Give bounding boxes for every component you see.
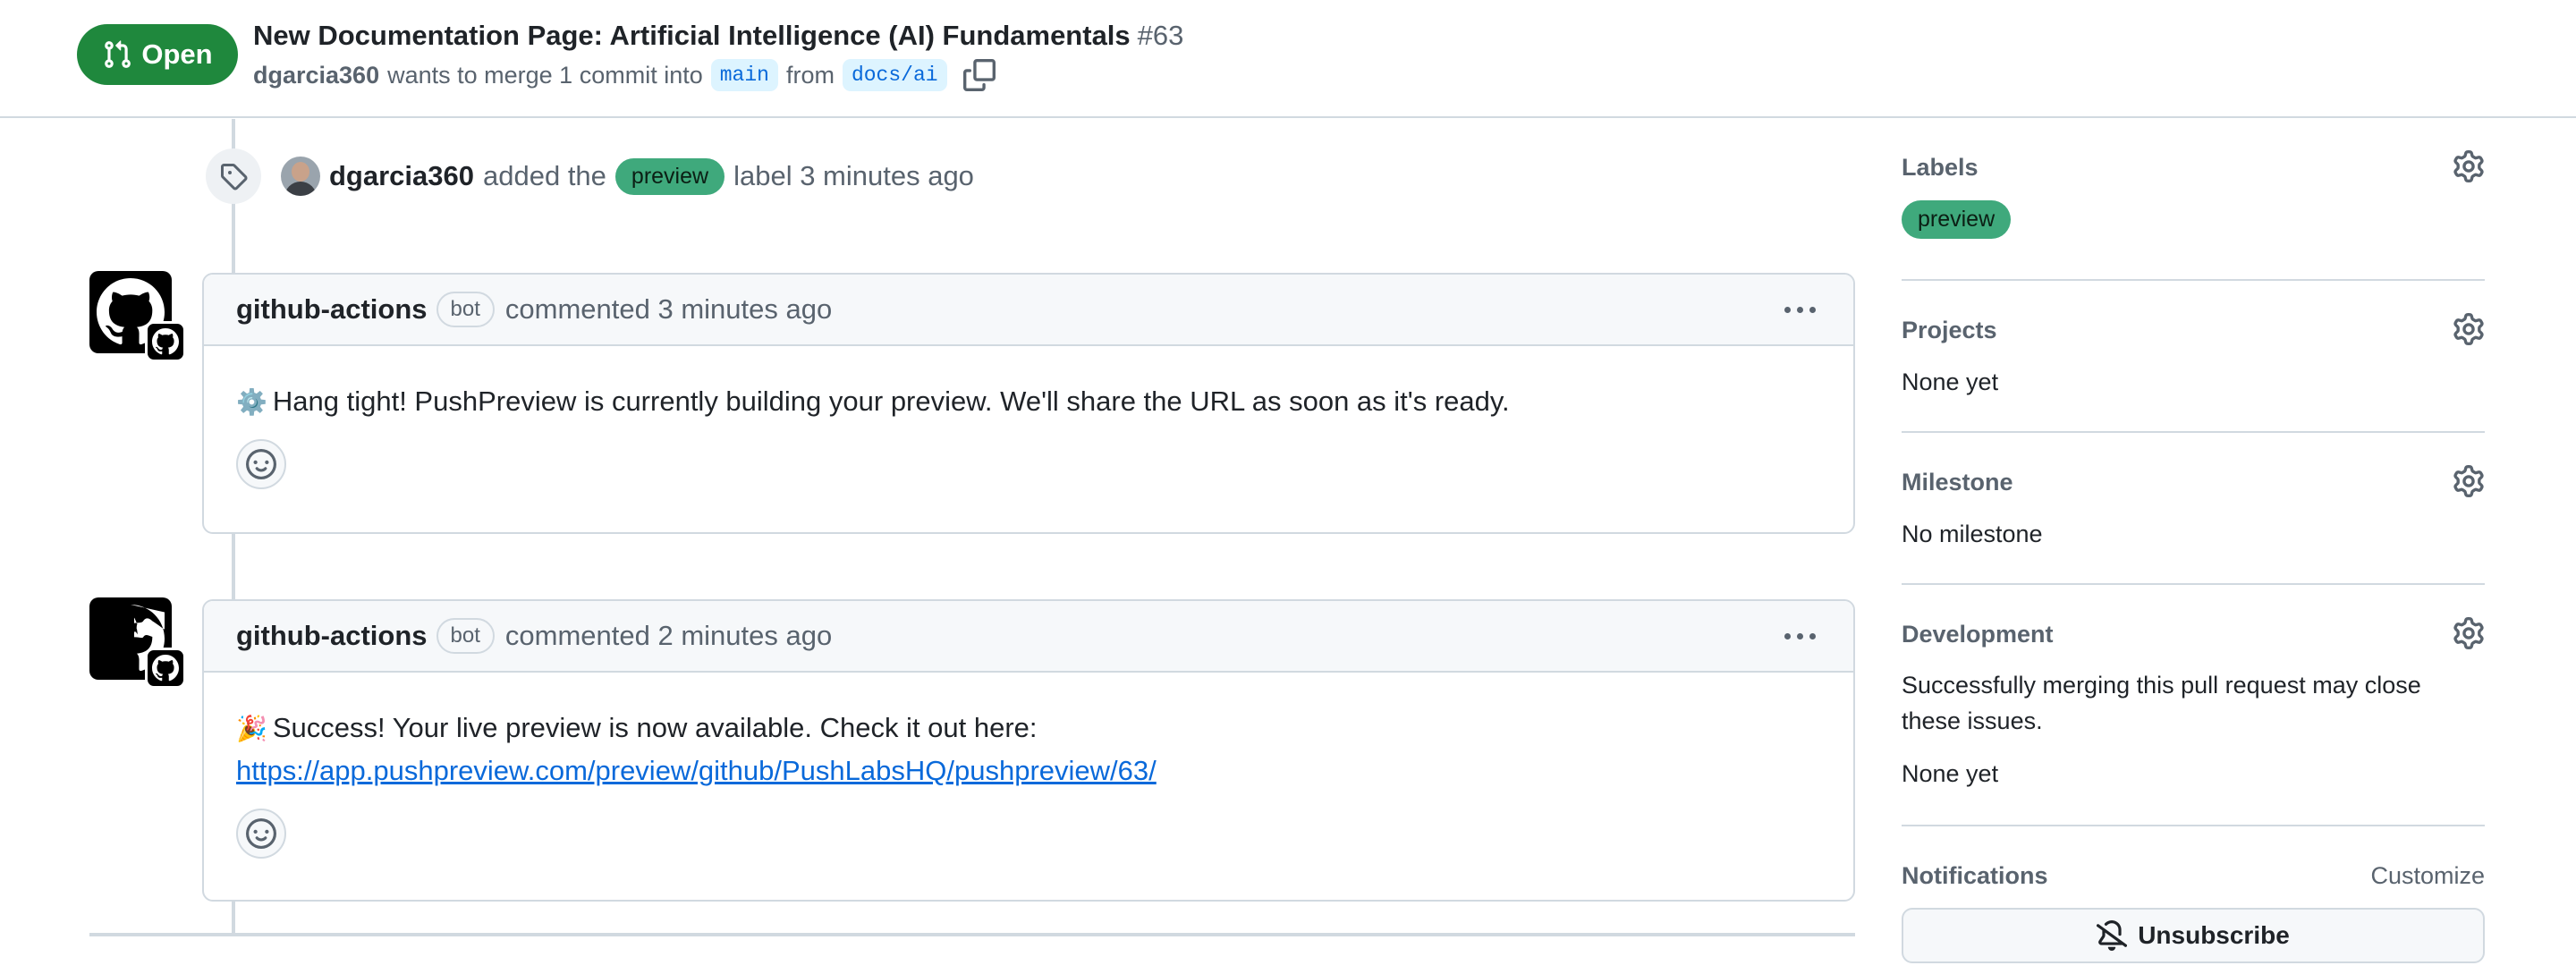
sidebar-labels: Labels preview	[1902, 118, 2485, 281]
comment-header: github-actions bot commented 2 minutes a…	[204, 601, 1853, 673]
from-text: from	[785, 61, 835, 89]
projects-value: None yet	[1902, 368, 1999, 395]
party-emoji: 🎉	[236, 714, 267, 743]
labels-heading[interactable]: Labels	[1902, 154, 1979, 182]
comment-1: github-actions bot commented 3 minutes a…	[202, 273, 1855, 534]
comment-header: github-actions bot commented 3 minutes a…	[204, 275, 1853, 346]
sidebar-label-preview[interactable]: preview	[1902, 200, 2012, 239]
sidebar-development: Development Successfully merging this pu…	[1902, 585, 2485, 826]
kebab-icon[interactable]	[1778, 292, 1821, 327]
comment-2: github-actions bot commented 2 minutes a…	[202, 599, 1855, 902]
comment-timestamp[interactable]: commented 3 minutes ago	[505, 293, 832, 326]
comment-author-link[interactable]: github-actions	[236, 620, 428, 652]
gear-emoji: ⚙️	[236, 387, 267, 417]
notifications-heading: Notifications	[1902, 862, 2048, 889]
kebab-icon[interactable]	[1778, 618, 1821, 654]
gear-icon[interactable]	[2453, 617, 2485, 649]
timeline-divider	[89, 933, 1855, 936]
pr-state-badge: Open	[77, 24, 238, 85]
app-badge	[145, 648, 186, 689]
tag-icon	[206, 148, 261, 204]
comment-author-link[interactable]: github-actions	[236, 293, 428, 326]
git-pull-request-icon	[105, 40, 131, 68]
comment-text-line: 🎉 Success! Your live preview is now avail…	[236, 707, 1821, 750]
pr-title-text: New Documentation Page: Artificial Intel…	[253, 20, 1131, 51]
pr-state-label: Open	[141, 38, 213, 70]
unsubscribe-button[interactable]: Unsubscribe	[1902, 908, 2485, 963]
avatar[interactable]	[281, 157, 320, 196]
development-description: Successfully merging this pull request m…	[1902, 672, 2421, 734]
pr-number: #63	[1137, 20, 1184, 51]
bot-badge: bot	[436, 292, 495, 327]
comment-body: ⚙️ Hang tight! PushPreview is currently b…	[204, 346, 1853, 439]
merge-text: wants to merge 1 commit into	[387, 61, 703, 89]
development-value: None yet	[1902, 760, 1999, 787]
customize-link[interactable]: Customize	[2370, 862, 2485, 890]
unsubscribe-label: Unsubscribe	[2138, 921, 2290, 949]
sidebar-notifications: Notifications Customize Unsubscribe	[1902, 826, 2485, 970]
bot-badge: bot	[436, 618, 495, 654]
preview-link[interactable]: https://app.pushpreview.com/preview/gith…	[236, 755, 1157, 786]
github-mark-icon	[152, 328, 179, 355]
comment-text: Success! Your live preview is now availa…	[272, 712, 1038, 743]
base-branch[interactable]: main	[710, 59, 778, 91]
comment-text: Hang tight! PushPreview is currently bui…	[272, 385, 1510, 417]
pr-title: New Documentation Page: Artificial Intel…	[253, 20, 1183, 52]
comment-body: 🎉 Success! Your live preview is now avail…	[204, 673, 1853, 809]
head-branch[interactable]: docs/ai	[842, 59, 947, 91]
event-suffix-text: label 3 minutes ago	[733, 160, 974, 191]
milestone-value: No milestone	[1902, 521, 2043, 547]
event-actor-link[interactable]: dgarcia360	[329, 160, 474, 192]
gear-icon[interactable]	[2453, 150, 2485, 182]
bot-avatar[interactable]	[89, 271, 186, 362]
pr-header: Open New Documentation Page: Artificial …	[0, 0, 2576, 118]
pr-meta: dgarcia360 wants to merge 1 commit into …	[253, 59, 996, 91]
sidebar-projects: Projects None yet	[1902, 281, 2485, 433]
smiley-icon[interactable]	[236, 439, 286, 489]
gear-icon[interactable]	[2453, 465, 2485, 497]
development-heading[interactable]: Development	[1902, 621, 2054, 648]
pr-author-link[interactable]: dgarcia360	[253, 62, 379, 89]
label-list: preview	[1902, 200, 2012, 239]
copy-icon[interactable]	[962, 59, 996, 91]
sidebar-milestone: Milestone No milestone	[1902, 433, 2485, 585]
smiley-icon[interactable]	[236, 809, 286, 859]
github-mark-icon	[152, 655, 179, 682]
projects-heading[interactable]: Projects	[1902, 317, 1997, 344]
gear-icon[interactable]	[2453, 313, 2485, 345]
bot-avatar[interactable]	[89, 597, 186, 689]
preview-label[interactable]: preview	[614, 157, 725, 195]
label-added-event: dgarcia360 added the preview label 3 min…	[206, 148, 974, 204]
bell-slash-icon	[2097, 920, 2128, 951]
app-badge	[145, 321, 186, 362]
sidebar: Labels preview Projects None yet Milesto…	[1902, 118, 2485, 970]
comment-timestamp[interactable]: commented 2 minutes ago	[505, 620, 832, 652]
milestone-heading[interactable]: Milestone	[1902, 469, 2013, 496]
event-action-text: added the	[483, 160, 606, 191]
